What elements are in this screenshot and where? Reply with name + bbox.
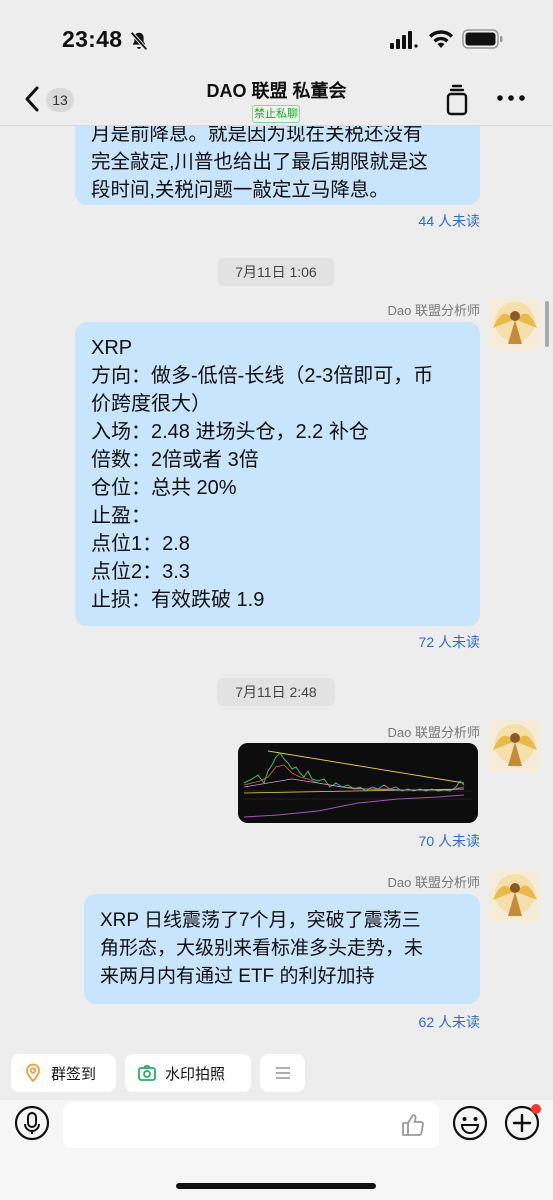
- camera-icon: [138, 1065, 156, 1081]
- time-divider: 7月11日 1:06: [218, 258, 334, 286]
- watermark-photo-label: 水印拍照: [165, 1065, 226, 1083]
- avatar[interactable]: [489, 870, 541, 922]
- bell-mute-icon: [130, 31, 148, 51]
- angel-avatar-icon: [489, 298, 541, 350]
- scrollbar-thumb[interactable]: [545, 301, 549, 347]
- message-bubble[interactable]: XRP 方向：做多-低倍-长线（2-3倍即可，币 价跨度很大） 入场：2.48 …: [75, 322, 480, 626]
- wifi-icon: [429, 30, 453, 48]
- thumbs-up-icon[interactable]: [400, 1112, 426, 1138]
- battery-icon: [462, 29, 503, 49]
- time-divider: 7月11日 2:48: [217, 678, 335, 706]
- menu-lines-icon: [275, 1067, 290, 1079]
- chart-image[interactable]: [238, 743, 478, 823]
- more-actions-button[interactable]: [260, 1054, 305, 1092]
- status-bar: 23:48: [0, 0, 553, 72]
- voice-input-icon[interactable]: [14, 1105, 50, 1141]
- message-bubble[interactable]: XRP 日线震荡了7个月，突破了震荡三 角形态，大级别来看标准多头走势，未 来两…: [84, 894, 480, 1004]
- chat-title: DAO 联盟 私董会: [206, 81, 347, 101]
- chat-history-icon[interactable]: [444, 84, 470, 116]
- more-dots-icon[interactable]: [496, 92, 526, 104]
- sender-name: Dao 联盟分析师: [387, 875, 480, 890]
- angel-avatar-icon: [489, 720, 541, 772]
- read-receipt[interactable]: 44 人未读: [419, 211, 480, 231]
- message-text: XRP 方向：做多-低倍-长线（2-3倍即可，币 价跨度很大） 入场：2.48 …: [91, 337, 434, 611]
- emoji-icon[interactable]: [452, 1105, 488, 1141]
- watermark-photo-button[interactable]: 水印拍照: [125, 1054, 251, 1092]
- message-list[interactable]: 月是前降息。就是因为现在关税还没有 完全敲定,川普也给出了最后期限就是这 段时间…: [0, 126, 553, 1046]
- message-input[interactable]: [63, 1102, 439, 1148]
- avatar[interactable]: [489, 298, 541, 350]
- quick-action-bar: 群签到 水印拍照: [0, 1046, 553, 1100]
- message-bubble[interactable]: 月是前降息。就是因为现在关税还没有 完全敲定,川普也给出了最后期限就是这 段时间…: [75, 126, 480, 205]
- message-text: XRP 日线震荡了7个月，突破了震荡三 角形态，大级别来看标准多头走势，未 来两…: [100, 910, 424, 987]
- message-text: 月是前降息。就是因为现在关税还没有 完全敲定,川普也给出了最后期限就是这 段时间…: [91, 126, 428, 201]
- home-indicator[interactable]: [176, 1183, 376, 1189]
- candlestick-chart-graphic: [238, 743, 478, 823]
- read-receipt[interactable]: 70 人未读: [419, 831, 480, 851]
- angel-avatar-icon: [489, 870, 541, 922]
- signal-icon: [390, 31, 418, 49]
- avatar[interactable]: [489, 720, 541, 772]
- chat-header: 13 DAO 联盟 私董会 禁止私聊: [0, 72, 553, 126]
- group-checkin-label: 群签到: [51, 1065, 97, 1083]
- no-private-chat-badge: 禁止私聊: [252, 105, 300, 123]
- sender-name: Dao 联盟分析师: [387, 303, 480, 318]
- sender-name: Dao 联盟分析师: [387, 725, 480, 740]
- read-receipt[interactable]: 62 人未读: [419, 1012, 480, 1032]
- location-pin-icon: [26, 1063, 40, 1083]
- read-receipt[interactable]: 72 人未读: [419, 632, 480, 652]
- group-checkin-button[interactable]: 群签到: [11, 1054, 116, 1092]
- status-time: 23:48: [62, 26, 123, 52]
- notification-dot: [531, 1104, 541, 1114]
